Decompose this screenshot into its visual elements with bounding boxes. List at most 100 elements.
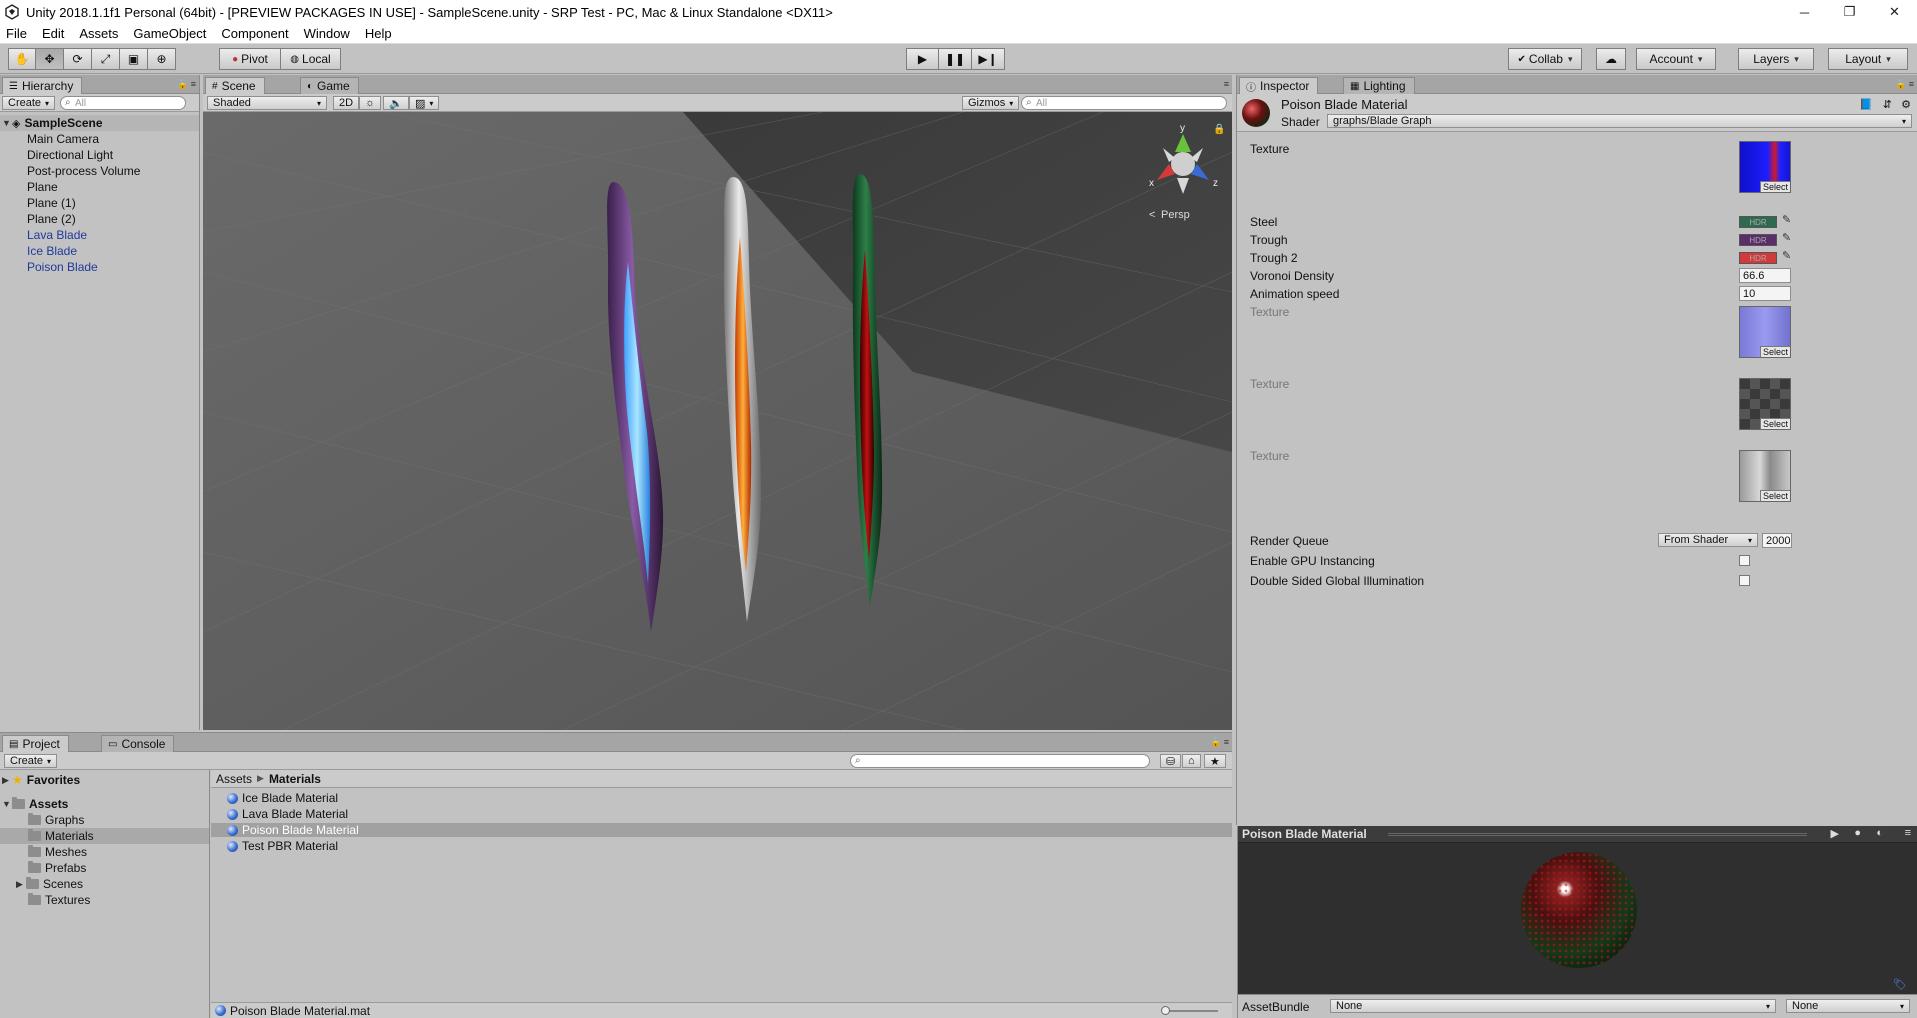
breadcrumb-assets[interactable]: Assets bbox=[216, 772, 252, 786]
texture-select-button[interactable]: Select bbox=[1760, 418, 1790, 429]
favorites-item[interactable]: ▶ ★ Favorites bbox=[0, 772, 209, 788]
steel-color-swatch[interactable]: HDR bbox=[1739, 216, 1777, 228]
pivot-toggle-button[interactable]: ● Pivot bbox=[219, 48, 281, 70]
gear-icon[interactable]: ⚙ bbox=[1901, 98, 1911, 111]
help-icon[interactable]: 📘 bbox=[1859, 98, 1873, 111]
preview-play-icon[interactable]: ▶ bbox=[1831, 827, 1839, 840]
shading-mode-dropdown[interactable]: Shaded bbox=[207, 96, 327, 110]
tab-hierarchy[interactable]: ☰ Hierarchy bbox=[2, 77, 83, 94]
hierarchy-item-prefab[interactable]: Poison Blade bbox=[0, 259, 199, 275]
transform-tool-button[interactable]: ⊕ bbox=[148, 48, 176, 70]
hierarchy-item-prefab[interactable]: Ice Blade bbox=[0, 243, 199, 259]
play-button[interactable]: ▶ bbox=[906, 48, 939, 70]
preview-menu-icon[interactable]: ≡ bbox=[1905, 827, 1911, 839]
breadcrumb-materials[interactable]: Materials bbox=[269, 772, 321, 786]
gizmos-dropdown[interactable]: Gizmos bbox=[962, 96, 1020, 110]
tab-game[interactable]: ◐ Game bbox=[300, 77, 359, 94]
trough-color-swatch[interactable]: HDR bbox=[1739, 234, 1777, 246]
panel-menu-icon[interactable]: 🔒 ≡ bbox=[177, 79, 196, 90]
folder-item[interactable]: Graphs bbox=[0, 812, 209, 828]
hierarchy-search-input[interactable]: All bbox=[60, 96, 186, 110]
cloud-button[interactable]: ☁ bbox=[1596, 48, 1626, 70]
gizmo-center[interactable] bbox=[1171, 152, 1195, 176]
expand-arrow-icon[interactable]: ▶ bbox=[2, 775, 12, 786]
menu-edit[interactable]: Edit bbox=[42, 26, 64, 41]
pause-button[interactable]: ❚❚ bbox=[939, 48, 972, 70]
folder-item[interactable]: Meshes bbox=[0, 844, 209, 860]
texture-slot-mask[interactable]: Select bbox=[1739, 450, 1791, 502]
icon-size-slider[interactable] bbox=[1161, 1006, 1218, 1015]
scene-search-input[interactable]: All bbox=[1021, 96, 1227, 110]
audio-toggle-button[interactable]: 🔈 bbox=[383, 96, 409, 110]
rect-tool-button[interactable]: ▣ bbox=[120, 48, 148, 70]
lighting-toggle-button[interactable]: ☼ bbox=[359, 96, 382, 110]
filter-label-button[interactable]: ⌂ bbox=[1182, 754, 1201, 768]
favorite-button[interactable]: ★ bbox=[1204, 754, 1226, 768]
lock-icon[interactable]: 🔒 bbox=[1213, 123, 1225, 135]
tag-icon[interactable]: 🏷 bbox=[1893, 978, 1907, 991]
folder-item[interactable]: Materials bbox=[0, 828, 209, 844]
tab-project[interactable]: ▤ Project bbox=[2, 735, 69, 752]
layout-dropdown[interactable]: Layout bbox=[1828, 48, 1908, 70]
maximize-button[interactable]: ❐ bbox=[1827, 0, 1872, 24]
panel-menu-icon[interactable]: 🔒 ≡ bbox=[1895, 79, 1914, 90]
eyedropper-icon[interactable]: ✎ bbox=[1782, 233, 1794, 245]
account-dropdown[interactable]: Account bbox=[1636, 48, 1716, 70]
file-item[interactable]: Test PBR Material bbox=[211, 839, 1232, 853]
hierarchy-item[interactable]: Plane (1) bbox=[0, 195, 199, 211]
rotate-tool-button[interactable]: ⟳ bbox=[64, 48, 92, 70]
step-button[interactable]: ▶❙ bbox=[972, 48, 1005, 70]
folder-item[interactable]: Prefabs bbox=[0, 860, 209, 876]
gizmo-persp-label[interactable]: Persp bbox=[1161, 209, 1190, 221]
project-create-button[interactable]: Create bbox=[4, 754, 58, 768]
collab-dropdown[interactable]: ✔ Collab bbox=[1508, 48, 1582, 70]
menu-window[interactable]: Window bbox=[304, 26, 350, 41]
move-tool-button[interactable]: ✥ bbox=[36, 48, 64, 70]
hierarchy-item[interactable]: Main Camera bbox=[0, 131, 199, 147]
tab-inspector[interactable]: ⓘ Inspector bbox=[1239, 77, 1319, 94]
file-item[interactable]: Lava Blade Material bbox=[211, 807, 1232, 821]
gpu-instancing-checkbox[interactable] bbox=[1739, 555, 1750, 566]
effects-dropdown[interactable]: ▨ bbox=[409, 96, 440, 110]
hierarchy-item[interactable]: Plane (2) bbox=[0, 211, 199, 227]
hierarchy-create-button[interactable]: Create bbox=[2, 96, 56, 110]
voronoi-density-field[interactable]: 66.6 bbox=[1739, 268, 1791, 283]
texture-slot-main[interactable]: Select bbox=[1739, 141, 1791, 193]
close-button[interactable]: ✕ bbox=[1872, 0, 1917, 24]
scale-tool-button[interactable]: ⤢ bbox=[92, 48, 120, 70]
texture-select-button[interactable]: Select bbox=[1760, 181, 1790, 192]
render-queue-mode-dropdown[interactable]: From Shader bbox=[1658, 533, 1758, 547]
expand-arrow-icon[interactable]: ▶ bbox=[16, 879, 26, 890]
menu-file[interactable]: File bbox=[6, 26, 27, 41]
preview-drag-handle[interactable] bbox=[1388, 833, 1807, 836]
animation-speed-field[interactable]: 10 bbox=[1739, 286, 1791, 301]
file-item[interactable]: Ice Blade Material bbox=[211, 791, 1232, 805]
filter-type-button[interactable]: ⛁ bbox=[1160, 754, 1182, 768]
double-sided-gi-checkbox[interactable] bbox=[1739, 575, 1750, 586]
hierarchy-item[interactable]: Directional Light bbox=[0, 147, 199, 163]
hierarchy-item-prefab[interactable]: Lava Blade bbox=[0, 227, 199, 243]
project-search-input[interactable] bbox=[850, 754, 1150, 768]
layers-dropdown[interactable]: Layers bbox=[1738, 48, 1814, 70]
eyedropper-icon[interactable]: ✎ bbox=[1782, 251, 1794, 263]
panel-menu-icon[interactable]: ≡ bbox=[1224, 79, 1229, 89]
panel-menu-icon[interactable]: 🔒 ≡ bbox=[1210, 737, 1229, 748]
assets-root-item[interactable]: ▼ Assets bbox=[0, 796, 209, 812]
minimize-button[interactable]: ─ bbox=[1782, 0, 1827, 24]
folder-item[interactable]: ▶ Scenes bbox=[0, 876, 209, 892]
menu-gameobject[interactable]: GameObject bbox=[133, 26, 206, 41]
menu-help[interactable]: Help bbox=[365, 26, 392, 41]
hierarchy-item[interactable]: Plane bbox=[0, 179, 199, 195]
local-toggle-button[interactable]: ◍ Local bbox=[281, 48, 341, 70]
assetbundle-dropdown[interactable]: None bbox=[1330, 999, 1776, 1013]
texture-select-button[interactable]: Select bbox=[1760, 490, 1790, 501]
preset-icon[interactable]: ⇵ bbox=[1883, 98, 1892, 111]
preview-sphere-icon[interactable]: ● bbox=[1854, 827, 1861, 839]
render-queue-field[interactable]: 2000 bbox=[1762, 533, 1792, 548]
expand-arrow-icon[interactable]: ▼ bbox=[2, 118, 12, 128]
tab-console[interactable]: ▭ Console bbox=[101, 735, 175, 752]
texture-slot-empty[interactable]: Select bbox=[1739, 378, 1791, 430]
scene-viewport[interactable]: y x z Persp < 🔒 bbox=[203, 112, 1232, 730]
tab-lighting[interactable]: ▦ Lighting bbox=[1343, 77, 1415, 94]
scene-root[interactable]: ▼ ◈ SampleScene bbox=[0, 115, 199, 131]
